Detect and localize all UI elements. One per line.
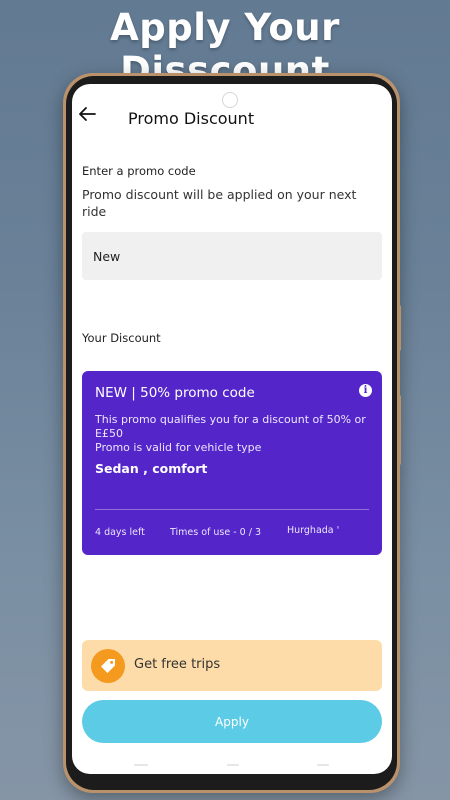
front-camera <box>222 92 238 108</box>
phone-side-button <box>397 305 401 351</box>
promo-days-left: 4 days left <box>95 527 145 538</box>
get-free-trips-label: Get free trips <box>134 657 221 672</box>
promo-code-input[interactable] <box>82 232 382 280</box>
nav-hint <box>227 764 239 766</box>
phone-side-button <box>397 395 401 465</box>
promo-code-description: Promo discount will be applied on your n… <box>82 187 357 219</box>
promo-card-divider <box>95 509 369 510</box>
app-screen: Promo Discount Enter a promo code Promo … <box>72 84 392 774</box>
arrow-left-icon[interactable] <box>78 106 98 122</box>
your-discount-label: Your Discount <box>82 331 161 345</box>
promo-code-label: Enter a promo code <box>82 164 196 178</box>
promo-card-title: NEW | 50% promo code <box>95 385 255 401</box>
promo-times-of-use: Times of use - 0 / 3 <box>170 527 262 538</box>
info-icon[interactable]: i <box>359 384 372 397</box>
nav-hint <box>317 764 329 766</box>
promo-card-valid-label: Promo is valid for vehicle type <box>95 441 262 454</box>
promo-card-vehicle-types: Sedan , comfort <box>95 461 208 476</box>
promo-card-description: This promo qualifies you for a discount … <box>95 413 366 440</box>
promo-city: Hurghada ' <box>287 525 340 536</box>
nav-hint <box>134 764 148 766</box>
apply-button[interactable]: Apply <box>82 700 382 743</box>
tag-icon <box>91 649 125 683</box>
promo-card[interactable]: NEW | 50% promo code i This promo qualif… <box>82 371 382 555</box>
page-title: Promo Discount <box>128 109 255 128</box>
get-free-trips-button[interactable]: Get free trips <box>82 640 382 691</box>
